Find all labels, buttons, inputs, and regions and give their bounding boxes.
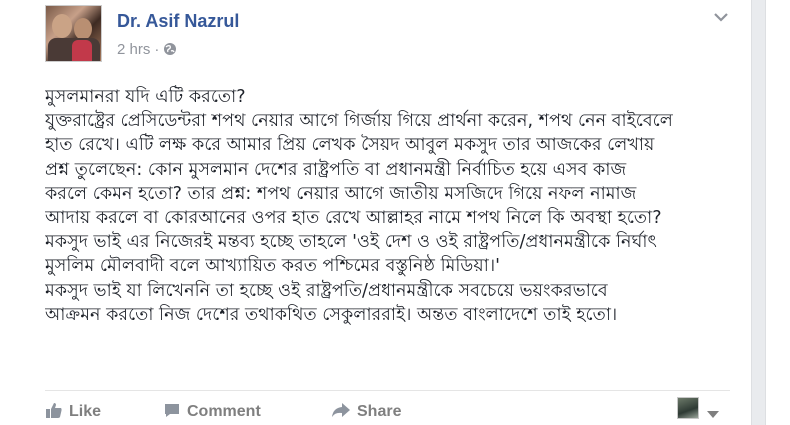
meta-separator: · [154, 41, 160, 58]
share-arrow-icon [332, 403, 350, 417]
adjacent-panel [765, 0, 790, 425]
post-text-line: মকসুদ ভাই যা লিখেননি তা হচ্ছে ওই রাষ্ট্র… [45, 280, 608, 301]
comment-icon [165, 404, 179, 417]
post-text: মুসলমানরা যদি এটি করতো? যুক্তরাষ্ট্রের প… [45, 85, 745, 327]
globe-icon[interactable] [163, 42, 177, 60]
action-bar: Like Comment Share [45, 397, 745, 425]
viewer-avatar[interactable] [677, 397, 699, 419]
post-text-line: মুসলমানরা যদি এটি করতো? [45, 87, 246, 107]
share-label: Share [357, 403, 402, 420]
like-label: Like [69, 403, 102, 420]
post-timestamp[interactable]: 2 hrs [117, 41, 150, 58]
author-name[interactable]: Dr. Asif Nazrul [117, 11, 239, 32]
post-card: Dr. Asif Nazrul 2 hrs · মুসলমানরা যদি এটি… [0, 0, 752, 425]
thumbs-up-icon [46, 403, 62, 418]
share-button[interactable]: Share [331, 401, 401, 421]
post-text-line: মুসলিম মৌলবাদী বলে আখ্যায়িত করত পশ্চিমে… [45, 256, 500, 277]
author-avatar[interactable] [45, 5, 102, 62]
post-text-line: আক্রমন করতো নিজ দেশের তথাকথিত সেকুলাররাই… [45, 304, 618, 325]
comment-label: Comment [187, 403, 261, 420]
post-text-line: মকসুদ ভাই এর নিজেরই মন্তব্য হচ্ছে তাহলে … [45, 232, 657, 253]
post-header: Dr. Asif Nazrul 2 hrs · [45, 5, 745, 62]
post-text-line: যুক্তরাষ্ট্রের প্রেসিডেন্টরা শপথ নেয়ার … [45, 111, 673, 132]
post-text-line: হাত রেখে। এটি লক্ষ করে আমার প্রিয় লেখক … [45, 135, 655, 156]
like-button[interactable]: Like [45, 401, 101, 421]
post-text-line: করলে কেমন হতো? তার প্রশ্ন: শপথ নেয়ার আগ… [45, 183, 637, 204]
post-text-line: প্রশ্ন তুলেছেন: কোন মুসলমান দেশের রাষ্ট্… [45, 159, 627, 180]
post-text-line: আদায় করলে বা কোরআনের ওপর হাত রেখে আল্লা… [45, 208, 662, 229]
chevron-down-icon[interactable] [713, 8, 729, 22]
divider [45, 390, 730, 391]
comment-button[interactable]: Comment [163, 401, 261, 421]
post-meta: 2 hrs · [117, 41, 177, 60]
caret-down-icon[interactable] [707, 404, 719, 418]
